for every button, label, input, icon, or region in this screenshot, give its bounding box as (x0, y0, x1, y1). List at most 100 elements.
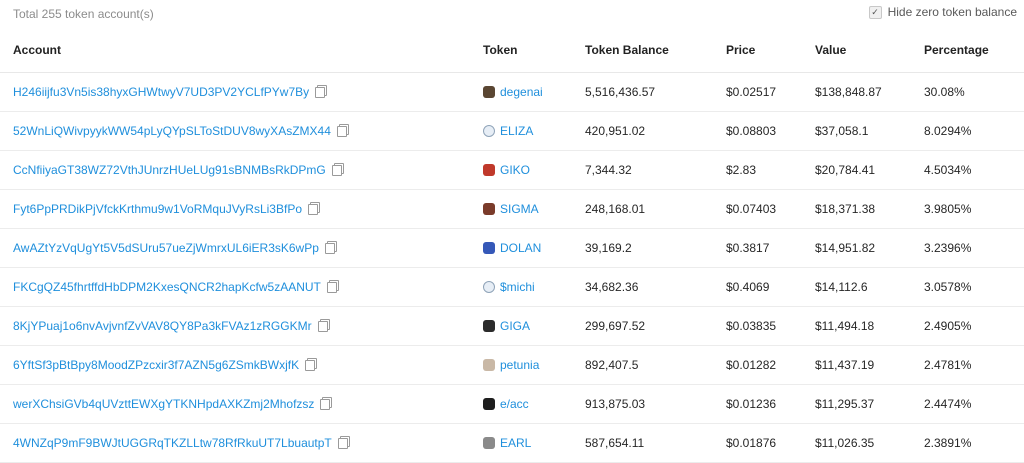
table-row: 8KjYPuaj1o6nvAvjvnfZvVAV8QY8Pa3kFVAz1zRG… (0, 306, 1024, 346)
account-link[interactable]: FKCgQZ45fhrtffdHbDPM2KxesQNCR2hapKcfw5zA… (13, 280, 321, 294)
price-cell: $0.02517 (726, 72, 815, 112)
balance-cell: 892,407.5 (585, 345, 726, 385)
token-cell: SIGMA (483, 189, 585, 229)
token-link[interactable]: petunia (500, 358, 539, 372)
price-cell: $0.01282 (726, 345, 815, 385)
account-link[interactable]: Fyt6PpPRDikPjVfckKrthmu9w1VoRMquJVyRsLi3… (13, 202, 302, 216)
account-link[interactable]: 8KjYPuaj1o6nvAvjvnfZvVAV8QY8Pa3kFVAz1zRG… (13, 319, 312, 333)
copy-icon[interactable] (331, 165, 342, 176)
balance-cell: 5,516,436.57 (585, 72, 726, 112)
price-cell: $0.03835 (726, 306, 815, 346)
percentage-cell: 2.4474% (924, 384, 1024, 424)
account-link[interactable]: AwAZtYzVqUgYt5V5dSUru57ueZjWmrxUL6iER3sK… (13, 241, 319, 255)
account-link[interactable]: 4WNZqP9mF9BWJtUGGRqTKZLLtw78RfRkuUT7Lbua… (13, 436, 332, 450)
degenai-icon (483, 86, 495, 98)
earl-icon (483, 437, 495, 449)
table-header-row: Account Token Token Balance Price Value … (0, 28, 1024, 73)
account-link[interactable]: H246iijfu3Vn5is38hyxGHWtwyV7UD3PV2YCLfPY… (13, 85, 309, 99)
value-cell: $11,494.18 (815, 306, 924, 346)
table-body: H246iijfu3Vn5is38hyxGHWtwyV7UD3PV2YCLfPY… (0, 72, 1024, 463)
copy-icon[interactable] (320, 399, 331, 410)
hide-zero-balance-toggle[interactable]: ✓ Hide zero token balance (868, 5, 1017, 19)
value-cell: $138,848.87 (815, 72, 924, 112)
token-link[interactable]: DOLAN (500, 241, 541, 255)
account-cell: 6YftSf3pBtBpy8MoodZPzcxir3f7AZN5g6ZSmkBW… (0, 345, 483, 385)
copy-icon[interactable] (305, 360, 316, 371)
token-cell: GIGA (483, 306, 585, 346)
percentage-cell: 3.9805% (924, 189, 1024, 229)
copy-icon[interactable] (326, 282, 337, 293)
token-link[interactable]: e/acc (500, 397, 529, 411)
token-link[interactable]: $michi (500, 280, 535, 294)
total-accounts-label: Total 255 token account(s) (13, 7, 154, 21)
value-cell: $11,437.19 (815, 345, 924, 385)
token-cell: ELIZA (483, 111, 585, 151)
hide-zero-label: Hide zero token balance (887, 5, 1017, 19)
copy-icon[interactable] (337, 438, 348, 449)
giga-icon (483, 320, 495, 332)
account-cell: Fyt6PpPRDikPjVfckKrthmu9w1VoRMquJVyRsLi3… (0, 189, 483, 229)
value-cell: $11,295.37 (815, 384, 924, 424)
balance-cell: 248,168.01 (585, 189, 726, 229)
token-cell: e/acc (483, 384, 585, 424)
table-row: werXChsiGVb4qUVzttEWXgYTKNHpdAXKZmj2Mhof… (0, 384, 1024, 424)
account-cell: CcNfiiyaGT38WZ72VthJUnrzHUeLUg91sBNMBsRk… (0, 150, 483, 190)
percentage-cell: 3.0578% (924, 267, 1024, 307)
token-accounts-table: Account Token Token Balance Price Value … (0, 28, 1024, 463)
column-header-price: Price (726, 28, 815, 73)
balance-cell: 34,682.36 (585, 267, 726, 307)
token-link[interactable]: EARL (500, 436, 531, 450)
column-header-balance: Token Balance (585, 28, 726, 73)
hide-zero-checkbox[interactable]: ✓ (868, 5, 882, 19)
value-cell: $20,784.41 (815, 150, 924, 190)
percentage-cell: 2.4781% (924, 345, 1024, 385)
giko-icon (483, 164, 495, 176)
dolan-icon (483, 242, 495, 254)
copy-icon[interactable] (315, 87, 326, 98)
token-link[interactable]: ELIZA (500, 124, 533, 138)
eacc-icon (483, 398, 495, 410)
price-cell: $0.07403 (726, 189, 815, 229)
account-cell: AwAZtYzVqUgYt5V5dSUru57ueZjWmrxUL6iER3sK… (0, 228, 483, 268)
token-cell: DOLAN (483, 228, 585, 268)
table-row: Fyt6PpPRDikPjVfckKrthmu9w1VoRMquJVyRsLi3… (0, 189, 1024, 229)
percentage-cell: 8.0294% (924, 111, 1024, 151)
token-link[interactable]: degenai (500, 85, 543, 99)
token-link[interactable]: GIGA (500, 319, 530, 333)
petunia-icon (483, 359, 495, 371)
eliza-icon (483, 125, 495, 137)
token-link[interactable]: GIKO (500, 163, 530, 177)
table-row: H246iijfu3Vn5is38hyxGHWtwyV7UD3PV2YCLfPY… (0, 72, 1024, 112)
column-header-value: Value (815, 28, 924, 73)
copy-icon[interactable] (317, 321, 328, 332)
account-cell: H246iijfu3Vn5is38hyxGHWtwyV7UD3PV2YCLfPY… (0, 72, 483, 112)
account-link[interactable]: CcNfiiyaGT38WZ72VthJUnrzHUeLUg91sBNMBsRk… (13, 163, 326, 177)
value-cell: $14,951.82 (815, 228, 924, 268)
value-cell: $37,058.1 (815, 111, 924, 151)
account-link[interactable]: werXChsiGVb4qUVzttEWXgYTKNHpdAXKZmj2Mhof… (13, 397, 314, 411)
copy-icon[interactable] (324, 243, 335, 254)
column-header-account: Account (0, 28, 483, 73)
balance-cell: 7,344.32 (585, 150, 726, 190)
percentage-cell: 30.08% (924, 72, 1024, 112)
price-cell: $2.83 (726, 150, 815, 190)
value-cell: $18,371.38 (815, 189, 924, 229)
token-cell: degenai (483, 72, 585, 112)
account-link[interactable]: 52WnLiQWivpyykWW54pLyQYpSLToStDUV8wyXAsZ… (13, 124, 331, 138)
percentage-cell: 4.5034% (924, 150, 1024, 190)
percentage-cell: 3.2396% (924, 228, 1024, 268)
percentage-cell: 2.4905% (924, 306, 1024, 346)
balance-cell: 299,697.52 (585, 306, 726, 346)
sigma-icon (483, 203, 495, 215)
token-link[interactable]: SIGMA (500, 202, 539, 216)
price-cell: $0.08803 (726, 111, 815, 151)
price-cell: $0.4069 (726, 267, 815, 307)
table-row: FKCgQZ45fhrtffdHbDPM2KxesQNCR2hapKcfw5zA… (0, 267, 1024, 307)
table-toolbar: Total 255 token account(s) ✓ Hide zero t… (0, 0, 1024, 28)
value-cell: $14,112.6 (815, 267, 924, 307)
copy-icon[interactable] (308, 204, 318, 215)
copy-icon[interactable] (336, 126, 347, 137)
column-header-percentage: Percentage (924, 28, 1024, 73)
account-link[interactable]: 6YftSf3pBtBpy8MoodZPzcxir3f7AZN5g6ZSmkBW… (13, 358, 299, 372)
price-cell: $0.3817 (726, 228, 815, 268)
